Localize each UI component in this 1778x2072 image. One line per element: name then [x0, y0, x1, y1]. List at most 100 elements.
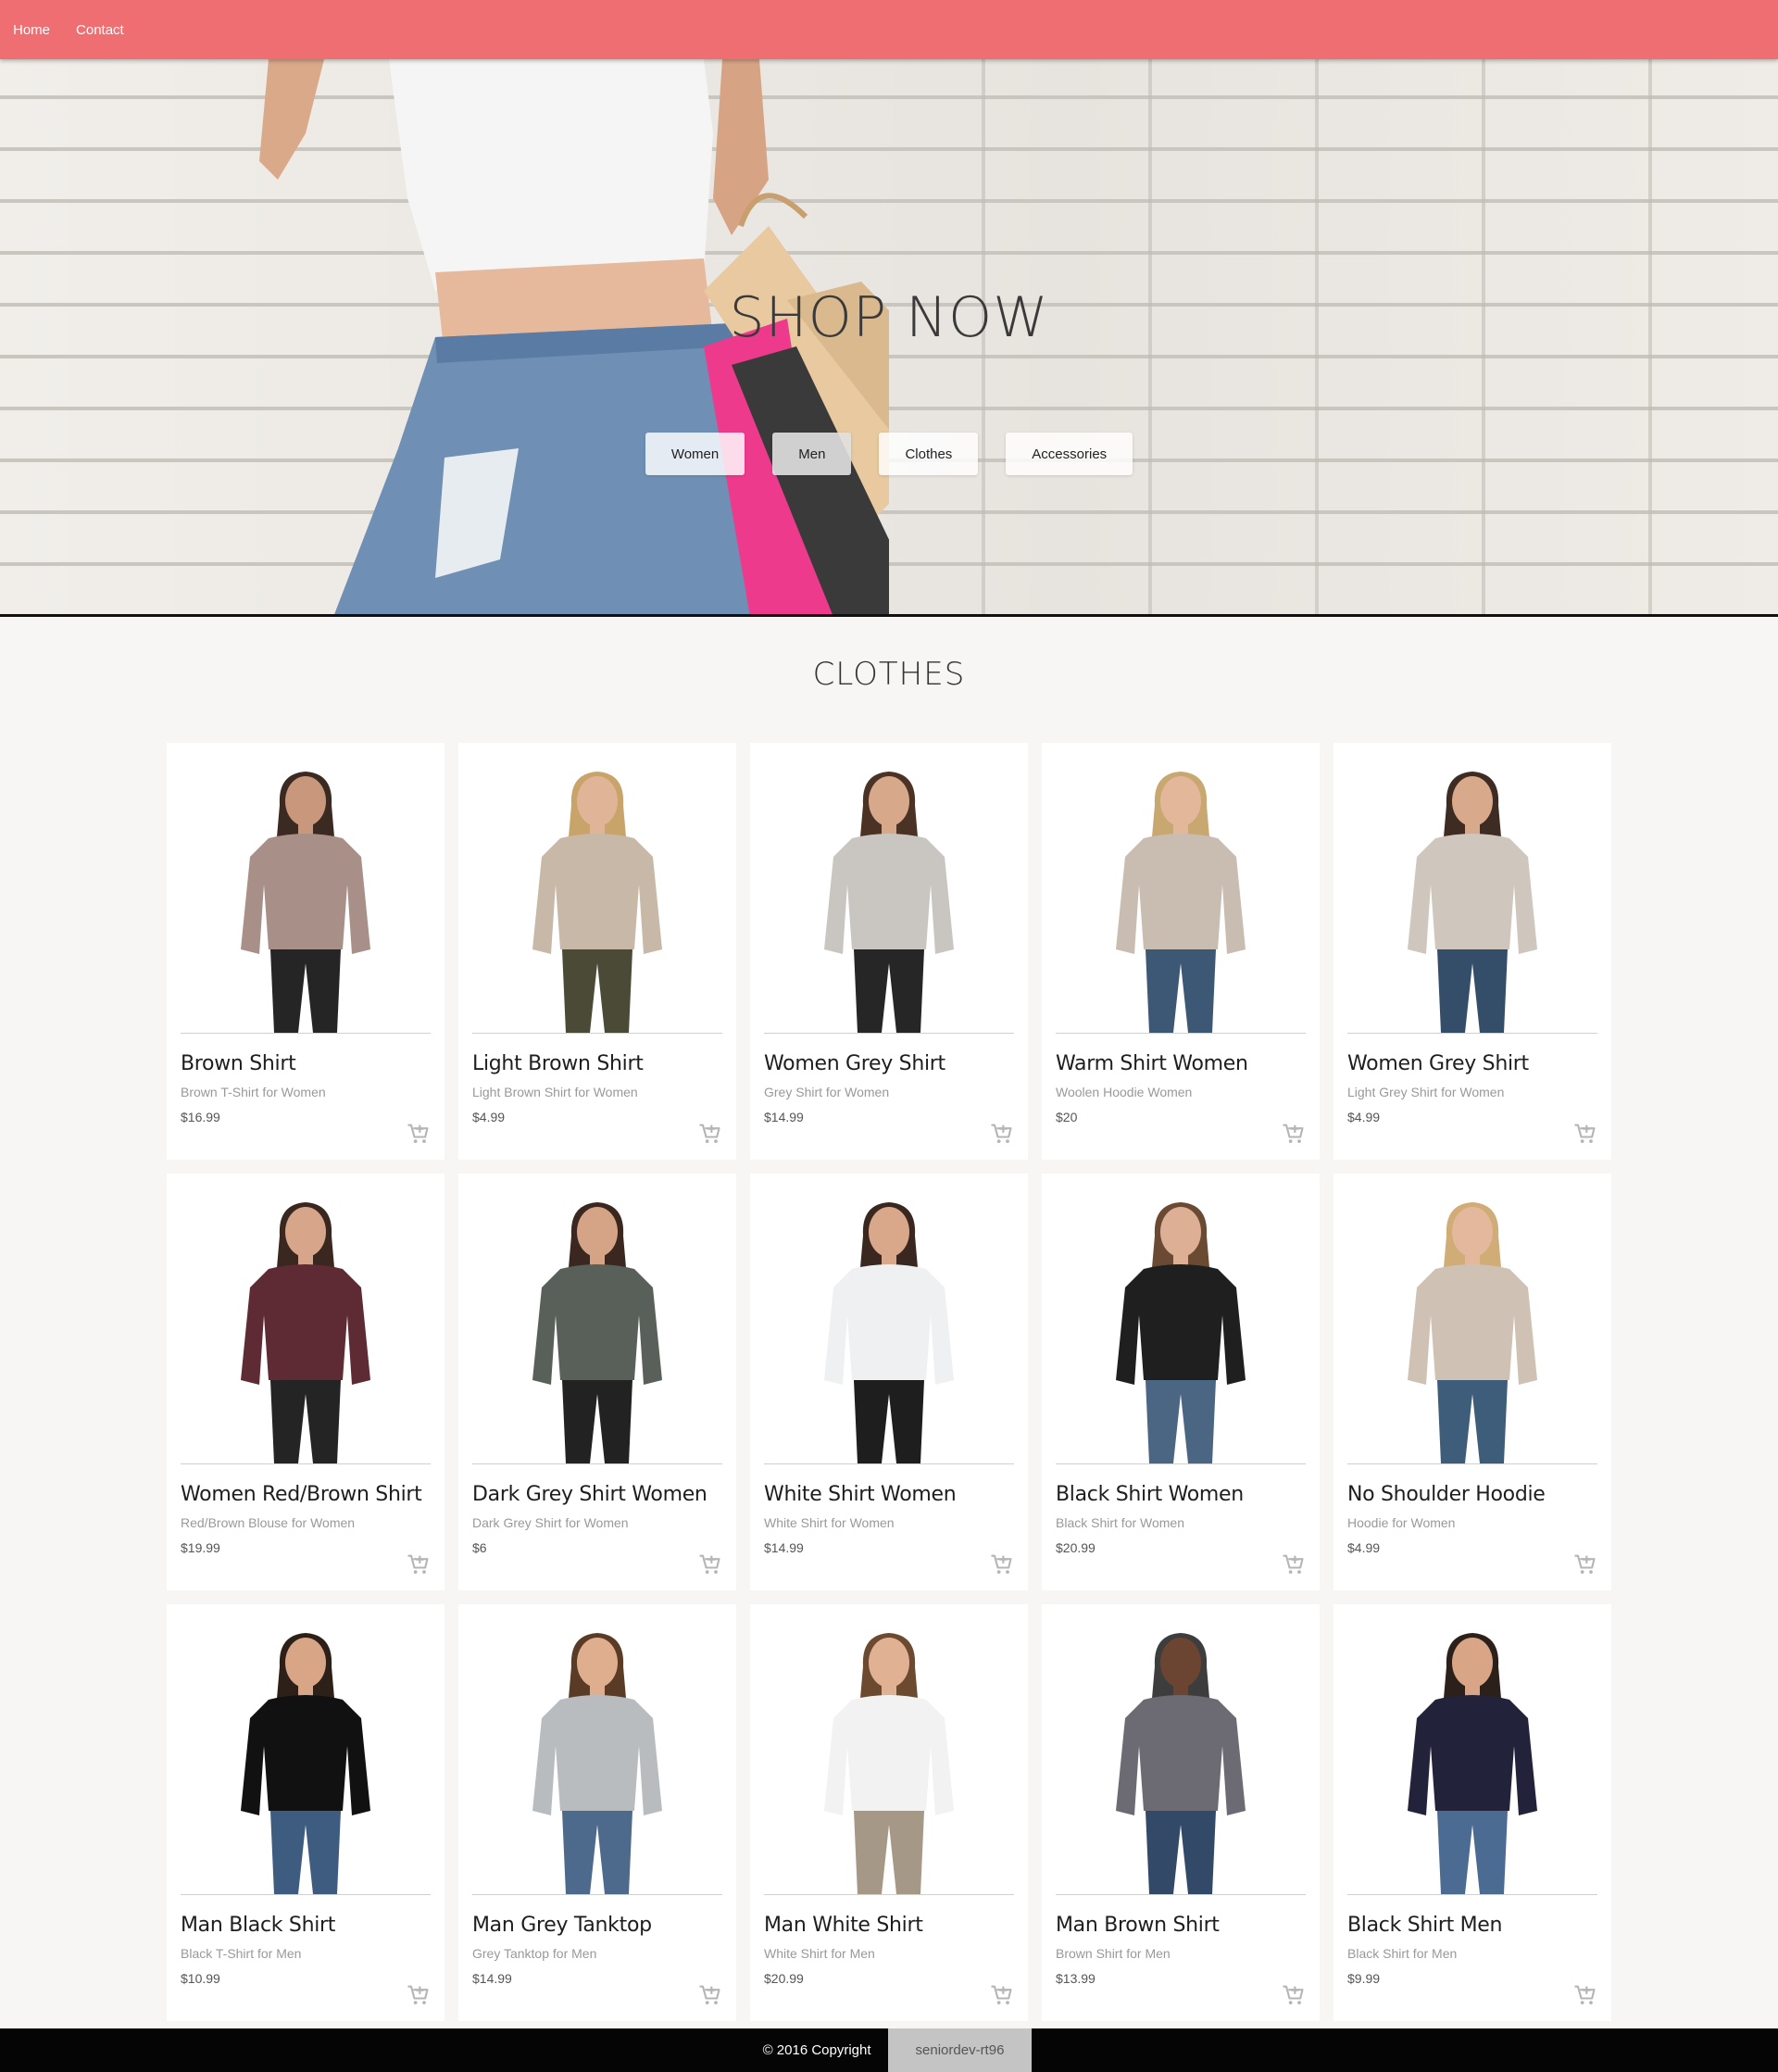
product-price: $14.99 [764, 1110, 804, 1124]
product-card[interactable]: Light Brown Shirt Light Brown Shirt for … [458, 743, 736, 1160]
product-description: Brown Shirt for Men [1056, 1946, 1171, 1961]
product-description: Red/Brown Blouse for Women [181, 1515, 356, 1530]
product-price: $4.99 [1347, 1110, 1381, 1124]
women-button[interactable]: Women [645, 433, 745, 475]
product-card[interactable]: Dark Grey Shirt Women Dark Grey Shirt fo… [458, 1174, 736, 1590]
product-image[interactable] [1056, 756, 1306, 1034]
product-description: Black T-Shirt for Men [181, 1946, 302, 1961]
product-card[interactable]: Man Grey Tanktop Grey Tanktop for Men $1… [458, 1604, 736, 2021]
product-card[interactable]: Women Red/Brown Shirt Red/Brown Blouse f… [167, 1174, 444, 1590]
nav-contact-link[interactable]: Contact [76, 22, 124, 38]
category-buttons: Women Men Clothes Accessories [0, 433, 1778, 475]
product-image[interactable] [472, 1617, 722, 1895]
footer: © 2016 Copyright seniordev-rt96 [0, 2028, 1778, 2072]
product-name[interactable]: Dark Grey Shirt Women [472, 1483, 722, 1506]
accessories-button[interactable]: Accessories [1006, 433, 1133, 475]
add-to-cart-icon[interactable] [405, 1121, 431, 1147]
section-title: CLOTHES [812, 656, 966, 693]
product-card[interactable]: Black Shirt Women Black Shirt for Women … [1042, 1174, 1320, 1590]
product-image[interactable] [1056, 1187, 1306, 1464]
add-to-cart-icon[interactable] [1571, 1982, 1597, 2008]
add-to-cart-icon[interactable] [988, 1982, 1014, 2008]
product-card[interactable]: Warm Shirt Women Woolen Hoodie Women $20 [1042, 743, 1320, 1160]
product-name[interactable]: Black Shirt Women [1056, 1483, 1306, 1506]
product-name[interactable]: Women Grey Shirt [764, 1052, 1014, 1075]
product-image[interactable] [181, 1617, 431, 1895]
product-image[interactable] [764, 756, 1014, 1034]
add-to-cart-icon[interactable] [1571, 1121, 1597, 1147]
add-to-cart-icon[interactable] [988, 1551, 1014, 1577]
product-name[interactable]: No Shoulder Hoodie [1347, 1483, 1597, 1506]
product-image[interactable] [472, 756, 722, 1034]
product-price: $4.99 [472, 1110, 506, 1124]
product-image[interactable] [472, 1187, 722, 1464]
hero-title: SHOP NOW [729, 285, 1049, 350]
product-name[interactable]: Women Grey Shirt [1347, 1052, 1597, 1075]
product-price: $20.99 [764, 1971, 804, 1986]
product-name[interactable]: Light Brown Shirt [472, 1052, 722, 1075]
product-description: Black Shirt for Women [1056, 1515, 1185, 1530]
product-card[interactable]: No Shoulder Hoodie Hoodie for Women $4.9… [1334, 1174, 1611, 1590]
add-to-cart-icon[interactable] [1280, 1982, 1306, 2008]
product-description: Brown T-Shirt for Women [181, 1085, 326, 1099]
add-to-cart-icon[interactable] [1571, 1551, 1597, 1577]
product-image[interactable] [764, 1617, 1014, 1895]
product-description: Grey Tanktop for Men [472, 1946, 597, 1961]
product-card[interactable]: Man White Shirt White Shirt for Men $20.… [750, 1604, 1028, 2021]
product-image[interactable] [1347, 756, 1597, 1034]
product-grid: Brown Shirt Brown T-Shirt for Women $16.… [21, 743, 1757, 2021]
add-to-cart-icon[interactable] [1280, 1551, 1306, 1577]
add-to-cart-icon[interactable] [1280, 1121, 1306, 1147]
product-description: White Shirt for Women [764, 1515, 895, 1530]
product-description: Black Shirt for Men [1347, 1946, 1458, 1961]
top-nav: Home Contact [0, 0, 1778, 59]
product-image[interactable] [181, 1187, 431, 1464]
product-price: $4.99 [1347, 1540, 1381, 1555]
product-price: $14.99 [764, 1540, 804, 1555]
clothes-button[interactable]: Clothes [879, 433, 979, 475]
product-card[interactable]: White Shirt Women White Shirt for Women … [750, 1174, 1028, 1590]
product-card[interactable]: Women Grey Shirt Grey Shirt for Women $1… [750, 743, 1028, 1160]
product-price: $14.99 [472, 1971, 512, 1986]
add-to-cart-icon[interactable] [696, 1551, 722, 1577]
product-card[interactable]: Black Shirt Men Black Shirt for Men $9.9… [1334, 1604, 1611, 2021]
product-name[interactable]: Black Shirt Men [1347, 1914, 1597, 1937]
product-description: Woolen Hoodie Women [1056, 1085, 1193, 1099]
add-to-cart-icon[interactable] [405, 1982, 431, 2008]
product-name[interactable]: White Shirt Women [764, 1483, 1014, 1506]
product-price: $6 [472, 1540, 487, 1555]
product-card[interactable]: Man Brown Shirt Brown Shirt for Men $13.… [1042, 1604, 1320, 2021]
product-name[interactable]: Women Red/Brown Shirt [181, 1483, 431, 1506]
product-image[interactable] [764, 1187, 1014, 1464]
product-price: $20.99 [1056, 1540, 1096, 1555]
product-price: $16.99 [181, 1110, 220, 1124]
product-description: Hoodie for Women [1347, 1515, 1456, 1530]
add-to-cart-icon[interactable] [696, 1121, 722, 1147]
product-image[interactable] [1056, 1617, 1306, 1895]
product-image[interactable] [181, 756, 431, 1034]
product-image[interactable] [1347, 1187, 1597, 1464]
product-name[interactable]: Man Brown Shirt [1056, 1914, 1306, 1937]
product-card[interactable]: Brown Shirt Brown T-Shirt for Women $16.… [167, 743, 444, 1160]
product-price: $9.99 [1347, 1971, 1381, 1986]
product-name[interactable]: Man Black Shirt [181, 1914, 431, 1937]
product-name[interactable]: Warm Shirt Women [1056, 1052, 1306, 1075]
product-card[interactable]: Women Grey Shirt Light Grey Shirt for Wo… [1334, 743, 1611, 1160]
add-to-cart-icon[interactable] [988, 1121, 1014, 1147]
product-description: White Shirt for Men [764, 1946, 875, 1961]
product-price: $13.99 [1056, 1971, 1096, 1986]
product-description: Light Brown Shirt for Women [472, 1085, 638, 1099]
product-name[interactable]: Brown Shirt [181, 1052, 431, 1075]
add-to-cart-icon[interactable] [696, 1982, 722, 2008]
product-card[interactable]: Man Black Shirt Black T-Shirt for Men $1… [167, 1604, 444, 2021]
product-description: Light Grey Shirt for Women [1347, 1085, 1505, 1099]
product-name[interactable]: Man White Shirt [764, 1914, 1014, 1937]
product-price: $20 [1056, 1110, 1078, 1124]
add-to-cart-icon[interactable] [405, 1551, 431, 1577]
product-name[interactable]: Man Grey Tanktop [472, 1914, 722, 1937]
product-image[interactable] [1347, 1617, 1597, 1895]
product-price: $19.99 [181, 1540, 220, 1555]
men-button[interactable]: Men [772, 433, 852, 475]
nav-home-link[interactable]: Home [13, 22, 50, 38]
product-price: $10.99 [181, 1971, 220, 1986]
